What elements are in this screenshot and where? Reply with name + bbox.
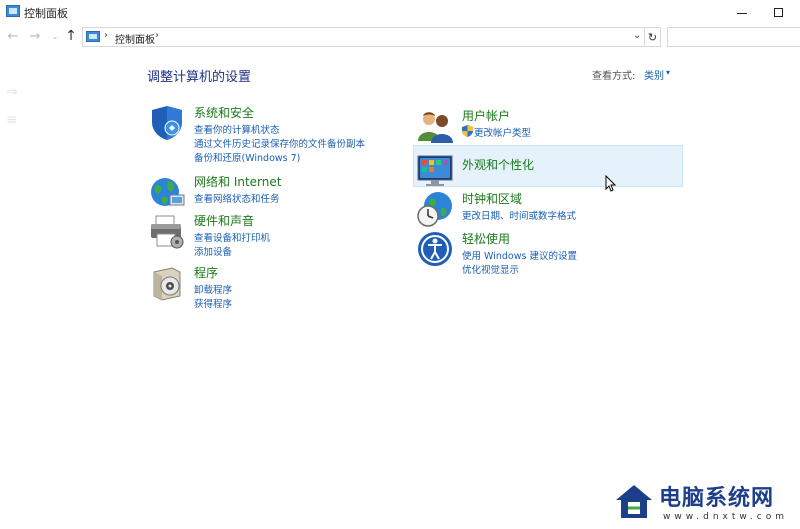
category-title[interactable]: 程序 [194,264,218,281]
category-clock-region[interactable]: 时钟和区域 更改日期、时间或数字格式 [416,190,666,227]
uac-shield-icon [462,125,473,137]
link-uninstall-program[interactable]: 卸载程序 [194,282,232,296]
category-title[interactable]: 用户帐户 [462,107,510,124]
link-view-computer-status[interactable]: 查看你的计算机状态 [194,122,280,136]
category-network-internet[interactable]: 网络和 Internet 查看网络状态和任务 [148,173,398,209]
window-title: 控制面板 [24,7,68,20]
link-recommended-settings[interactable]: 使用 Windows 建议的设置 [462,248,577,262]
link-backup-restore[interactable]: 备份和还原(Windows 7) [194,150,300,164]
category-programs[interactable]: 程序 卸载程序 获得程序 [148,264,398,310]
category-appearance-personalization[interactable]: 外观和个性化 [416,150,678,186]
forward-button[interactable]: → [26,26,44,46]
search-input[interactable] [667,27,800,47]
maximize-button[interactable] [758,0,798,24]
breadcrumb-separator[interactable]: › [104,30,108,41]
link-change-account-type[interactable]: 更改帐户类型 [474,125,531,139]
up-button[interactable]: ↑ [62,26,80,46]
users-icon [418,112,453,143]
control-panel-icon [6,5,20,17]
category-system-security[interactable]: 系统和安全 查看你的计算机状态 通过文件历史记录保存你的文件备份副本 备份和还原… [148,104,398,166]
category-title[interactable]: 网络和 Internet [194,173,281,190]
category-ease-of-access[interactable]: 轻松使用 使用 Windows 建议的设置 优化视觉显示 [416,230,666,276]
navigation-bar: ← → ⌄ ↑ › 控制面板 › ⌄ ↻ [0,24,800,48]
category-title[interactable]: 系统和安全 [194,104,254,121]
minimize-button[interactable] [722,0,762,24]
breadcrumb-control-panel[interactable]: 控制面板 [115,31,155,46]
category-title[interactable]: 硬件和声音 [194,212,254,229]
mouse-cursor-icon [605,175,617,192]
watermark-title: 电脑系统网 [659,485,775,511]
chevron-down-icon[interactable]: ▾ [666,68,670,77]
watermark: 电脑系统网 www.dnxtw.com [614,480,794,526]
category-hardware-sound[interactable]: 硬件和声音 查看设备和打印机 添加设备 [148,212,398,258]
programs-disc-icon [153,267,181,301]
link-add-device[interactable]: 添加设备 [194,244,232,258]
link-optimize-visual-display[interactable]: 优化视觉显示 [462,262,519,276]
link-network-status[interactable]: 查看网络状态和任务 [194,191,280,205]
maximize-icon [773,7,783,17]
ease-of-access-icon [418,232,452,266]
link-change-date-time-format[interactable]: 更改日期、时间或数字格式 [462,208,576,222]
shield-icon [152,106,182,140]
back-button[interactable]: ← [4,26,22,46]
watermark-url: www.dnxtw.com [663,512,789,522]
category-title[interactable]: 轻松使用 [462,230,510,247]
refresh-button[interactable]: ↻ [645,27,661,47]
view-by-dropdown[interactable]: 类别 [644,67,664,82]
view-by-label: 查看方式: [592,71,636,82]
breadcrumb-separator[interactable]: › [155,30,159,41]
category-title[interactable]: 外观和个性化 [462,156,534,173]
category-user-accounts[interactable]: 用户帐户 更改帐户类型 [416,107,666,143]
control-panel-icon [86,31,100,42]
clock-globe-icon [417,192,452,227]
house-logo-icon [616,485,652,518]
network-globe-icon [151,178,185,206]
ghost-icon: ⇒ [6,84,18,100]
title-bar: 控制面板 [0,0,800,24]
link-file-history[interactable]: 通过文件历史记录保存你的文件备份副本 [194,136,365,150]
display-icon [417,155,453,186]
page-title: 调整计算机的设置 [147,70,252,85]
printer-icon [151,215,184,249]
minimize-icon [737,12,747,14]
ghost-icon: ≡ [6,112,18,128]
link-devices-printers[interactable]: 查看设备和打印机 [194,230,270,244]
address-dropdown-button[interactable]: ⌄ [633,30,641,41]
category-title[interactable]: 时钟和区域 [462,190,522,207]
link-get-programs[interactable]: 获得程序 [194,296,232,310]
address-bar[interactable]: › 控制面板 › ⌄ [82,27,645,47]
